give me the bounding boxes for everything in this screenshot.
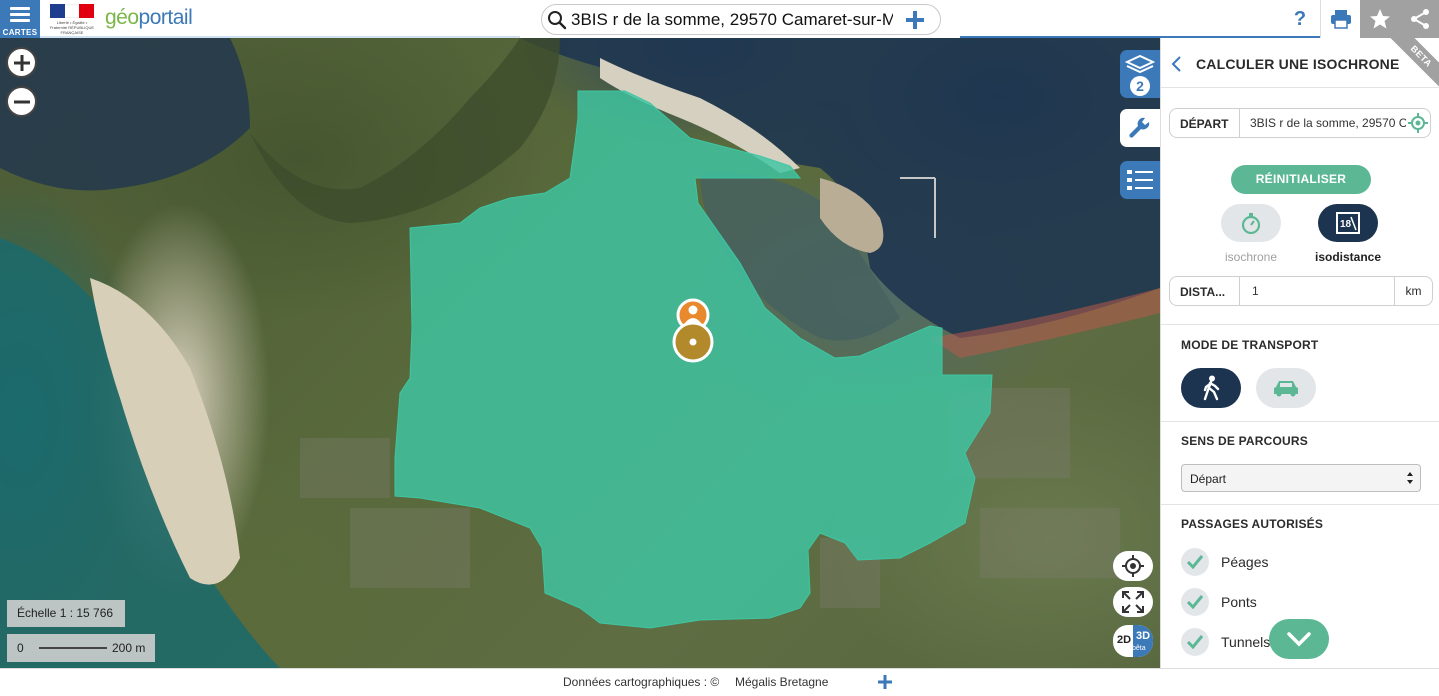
- crosshair-icon: [1122, 555, 1144, 577]
- layers-count-badge: 2: [1130, 76, 1150, 96]
- brand-suffix: portail: [138, 6, 193, 29]
- departure-input[interactable]: [1242, 109, 1406, 137]
- isodistance-mode-button[interactable]: 18: [1318, 204, 1378, 242]
- chevron-down-icon: [1287, 632, 1311, 647]
- help-button[interactable]: ?: [1287, 6, 1313, 32]
- departure-field: DÉPART: [1169, 108, 1431, 138]
- isochrone-mode-button[interactable]: [1221, 204, 1281, 242]
- list-icon: [1127, 170, 1153, 190]
- zoom-in-button[interactable]: [6, 47, 37, 78]
- scale-ratio: Échelle 1 : 15 766: [7, 600, 125, 627]
- direction-section-title: SENS DE PARCOURS: [1181, 434, 1308, 448]
- geoportail-logo[interactable]: géoportail: [105, 6, 193, 30]
- plus-icon[interactable]: [877, 674, 893, 690]
- car-mode-button[interactable]: [1256, 368, 1316, 408]
- distance-sign-icon: 18: [1336, 212, 1360, 234]
- top-bar: CARTES Liberté • Égalité • Fraternité RÉ…: [0, 0, 1439, 39]
- transport-section-title: MODE DE TRANSPORT: [1181, 338, 1319, 352]
- passage-label: Ponts: [1221, 594, 1257, 610]
- scroll-down-button[interactable]: [1269, 619, 1329, 659]
- reset-button[interactable]: RÉINITIALISER: [1231, 165, 1371, 194]
- panel-title: CALCULER UNE ISOCHRONE: [1196, 56, 1400, 72]
- share-icon: [1410, 9, 1429, 29]
- attribution-text: Données cartographiques : ©: [563, 675, 720, 689]
- panel-header: CALCULER UNE ISOCHRONE BETA: [1161, 38, 1439, 95]
- minus-icon: [13, 100, 30, 103]
- svg-text:18: 18: [1340, 219, 1352, 230]
- distance-field: DISTA... km: [1169, 276, 1433, 306]
- locate-target-icon[interactable]: [1408, 113, 1428, 133]
- star-icon: [1370, 9, 1390, 29]
- direction-select[interactable]: Départ: [1181, 464, 1421, 492]
- legend-button[interactable]: [1120, 161, 1160, 199]
- check-icon[interactable]: [1181, 548, 1209, 576]
- search-input[interactable]: [571, 5, 893, 34]
- plus-icon[interactable]: [904, 9, 926, 31]
- printer-icon: [1330, 10, 1351, 29]
- 3d-label[interactable]: 3D: [1133, 625, 1153, 657]
- walk-mode-button[interactable]: [1181, 368, 1241, 408]
- scale-distance: 200 m: [112, 641, 146, 655]
- distance-unit: km: [1394, 277, 1432, 305]
- attribution-bar: Données cartographiques : © Mégalis Bret…: [0, 668, 1439, 696]
- 2d-3d-toggle[interactable]: 2D 3D bêta: [1113, 625, 1153, 657]
- republique-francaise-logo: Liberté • Égalité • Fraternité RÉPUBLIQU…: [48, 4, 96, 35]
- departure-label: DÉPART: [1170, 109, 1240, 137]
- car-icon: [1274, 381, 1298, 397]
- geolocate-button[interactable]: [1113, 551, 1153, 581]
- isochrone-panel: CALCULER UNE ISOCHRONE BETA DÉPART RÉINI…: [1160, 38, 1439, 668]
- scale-line: [39, 647, 107, 649]
- menu-label: CARTES: [2, 28, 38, 37]
- french-flag-icon: [50, 4, 95, 18]
- wrench-icon: [1129, 117, 1150, 138]
- republique-francaise-text: Liberté • Égalité • Fraternité RÉPUBLIQU…: [49, 20, 94, 35]
- tools-button[interactable]: [1120, 109, 1160, 147]
- scale-bar: 0 200 m: [7, 634, 155, 662]
- plus-icon: [13, 54, 30, 71]
- layers-icon: [1125, 54, 1155, 74]
- passage-label: Péages: [1221, 554, 1269, 570]
- search-bar: [541, 4, 941, 35]
- share-button[interactable]: [1400, 0, 1439, 38]
- passage-label: Tunnels: [1221, 634, 1271, 650]
- passages-section-title: PASSAGES AUTORISÉS: [1181, 517, 1324, 531]
- departure-marker[interactable]: [670, 298, 716, 364]
- 2d-label[interactable]: 2D: [1117, 634, 1131, 646]
- pedestrian-icon: [1203, 375, 1220, 401]
- check-icon[interactable]: [1181, 628, 1209, 656]
- isochrone-mode-label: isochrone: [1224, 250, 1278, 264]
- map-view[interactable]: 2 2D 3D bêta Échelle 1 : 15 766 0 200 m: [0, 38, 1160, 668]
- direction-selected-value: Départ: [1190, 472, 1227, 486]
- attribution-source[interactable]: Mégalis Bretagne: [735, 675, 828, 689]
- layers-button[interactable]: 2: [1120, 50, 1160, 98]
- divider: [1161, 324, 1439, 325]
- print-button[interactable]: [1320, 0, 1360, 38]
- distance-label: DISTA...: [1170, 277, 1240, 305]
- hamburger-icon: [10, 7, 30, 25]
- scale-zero: 0: [17, 641, 24, 655]
- aerial-imagery: [0, 38, 1160, 668]
- check-icon[interactable]: [1181, 588, 1209, 616]
- favorite-button[interactable]: [1360, 0, 1400, 38]
- chevron-left-icon[interactable]: [1170, 54, 1182, 74]
- select-arrows-icon: [1407, 472, 1413, 484]
- zoom-out-button[interactable]: [6, 86, 37, 117]
- fullscreen-button[interactable]: [1113, 587, 1153, 617]
- stopwatch-icon: [1241, 213, 1261, 235]
- divider: [1161, 421, 1439, 422]
- isodistance-mode-label: isodistance: [1314, 250, 1382, 264]
- search-icon[interactable]: [547, 10, 567, 30]
- divider: [1161, 504, 1439, 505]
- menu-button[interactable]: CARTES: [0, 0, 40, 38]
- brand-prefix: géo: [105, 6, 139, 29]
- 3d-beta-label: bêta: [1132, 645, 1146, 652]
- distance-input[interactable]: [1242, 277, 1396, 305]
- fullscreen-icon: [1122, 591, 1144, 613]
